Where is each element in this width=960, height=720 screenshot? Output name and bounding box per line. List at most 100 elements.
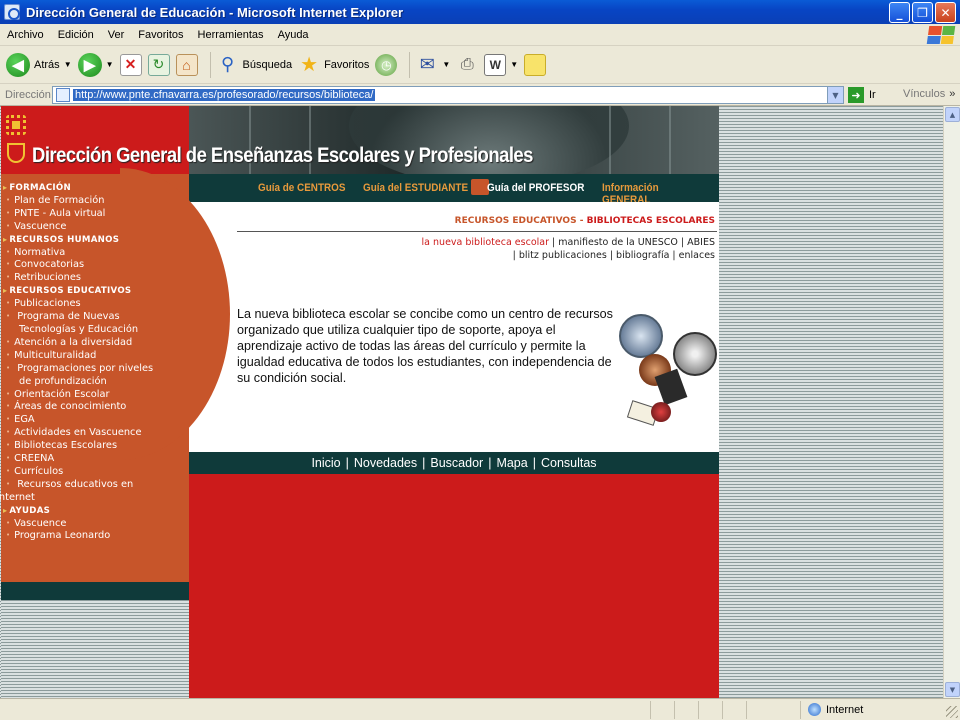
menu-item[interactable]: Bibliotecas Escolares: [3, 440, 187, 453]
menu-section-recursos-educativos[interactable]: RECURSOS EDUCATIVOS: [3, 285, 187, 298]
menu-item-line: de profundización: [19, 375, 107, 387]
menu-item-recursos-internet[interactable]: Recursos educativos en Internet: [0, 478, 187, 505]
section-prefix[interactable]: RECURSOS EDUCATIVOS -: [455, 216, 584, 226]
refresh-button[interactable]: ↻: [147, 53, 170, 76]
menu-item-line: Recursos educativos en: [17, 478, 134, 490]
menu-item-programaciones[interactable]: Programaciones por niveles de profundiza…: [3, 363, 187, 389]
menu-favoritos[interactable]: Favoritos: [131, 29, 190, 41]
menu-bar: Archivo Edición Ver Favoritos Herramient…: [0, 24, 960, 46]
favorites-button[interactable]: ★ Favoritos: [298, 54, 369, 76]
page-icon: [56, 88, 70, 102]
footer-link-novedades[interactable]: Novedades: [354, 456, 417, 470]
status-pane: [698, 701, 699, 719]
refresh-icon: ↻: [147, 53, 170, 76]
resize-grip-icon[interactable]: [946, 706, 958, 718]
address-input[interactable]: http://www.pnte.cfnavarra.es/profesorado…: [52, 86, 844, 104]
chevron-right-icon: »: [949, 88, 956, 100]
forward-dropdown-icon[interactable]: ▼: [106, 60, 114, 69]
edit-dropdown-icon[interactable]: ▼: [510, 60, 518, 69]
links-manifiesto-abies[interactable]: | manifiesto de la UNESCO | ABIES: [552, 237, 715, 248]
stop-icon: ✕: [119, 53, 142, 76]
menu-item[interactable]: Convocatorias: [3, 259, 187, 272]
link-nueva-biblioteca[interactable]: la nueva biblioteca escolar: [422, 237, 549, 248]
sticky-note-icon: [524, 53, 547, 76]
ie-icon: [4, 4, 20, 20]
menu-item[interactable]: Vascuence: [3, 518, 187, 531]
footer-link-buscador[interactable]: Buscador: [430, 456, 483, 470]
search-label: Búsqueda: [242, 58, 293, 71]
menu-item[interactable]: PNTE - Aula virtual: [3, 208, 187, 221]
status-bar: Internet: [0, 698, 960, 720]
menu-section-recursos-humanos[interactable]: RECURSOS HUMANOS: [3, 234, 187, 247]
links-blitz-bibliografia-enlaces[interactable]: | blitz publicaciones | bibliografía | e…: [422, 249, 715, 262]
links-label: Vínculos: [903, 88, 946, 100]
main-content: RECURSOS EDUCATIVOS - BIBLIOTECAS ESCOLA…: [189, 202, 719, 452]
library-collage-image: [619, 314, 717, 444]
scroll-up-icon[interactable]: ▲: [945, 107, 960, 122]
printer-icon: ⎙: [460, 55, 474, 73]
menu-item[interactable]: Actividades en Vascuence: [3, 427, 187, 440]
nav-guia-estudiante[interactable]: Guía del ESTUDIANTE: [363, 182, 468, 194]
menu-item[interactable]: Plan de Formación: [3, 195, 187, 208]
subsection-links: la nueva biblioteca escolar | manifiesto…: [422, 236, 715, 262]
status-pane: [674, 701, 675, 719]
footer-link-inicio[interactable]: Inicio: [311, 456, 340, 470]
menu-item[interactable]: Normativa: [3, 247, 187, 260]
forward-button[interactable]: ▶ ▼: [77, 52, 114, 77]
nav-guia-centros[interactable]: Guía de CENTROS: [258, 182, 345, 194]
back-button[interactable]: ◀ Atrás ▼: [6, 52, 72, 77]
stop-button[interactable]: ✕: [119, 53, 142, 76]
minimize-button[interactable]: _: [889, 2, 910, 23]
menu-section-formacion[interactable]: FORMACIÓN: [3, 182, 187, 195]
scroll-down-icon[interactable]: ▼: [945, 682, 960, 697]
menu-edicion[interactable]: Edición: [51, 29, 101, 41]
footer-link-consultas[interactable]: Consultas: [541, 456, 597, 470]
home-icon: ⌂: [175, 53, 198, 76]
menu-item[interactable]: CREENA: [3, 453, 187, 466]
menu-item-line: Tecnologías y Educación: [19, 323, 139, 335]
menu-item[interactable]: Vascuence: [3, 221, 187, 234]
menu-herramientas[interactable]: Herramientas: [191, 29, 271, 41]
history-button[interactable]: ◷: [375, 53, 398, 76]
back-label: Atrás: [34, 58, 60, 71]
mail-dropdown-icon[interactable]: ▼: [442, 60, 450, 69]
address-url[interactable]: http://www.pnte.cfnavarra.es/profesorado…: [73, 89, 376, 101]
menu-item[interactable]: Atención a la diversidad: [3, 337, 187, 350]
menu-ver[interactable]: Ver: [101, 29, 132, 41]
search-icon: ⚲: [220, 54, 235, 74]
footer-link-mapa[interactable]: Mapa: [496, 456, 527, 470]
menu-item[interactable]: Retribuciones: [3, 272, 187, 285]
toolbar: ◀ Atrás ▼ ▶ ▼ ✕ ↻ ⌂ ⚲ Búsqueda ★ Favorit…: [0, 46, 960, 84]
edit-button[interactable]: W ▼: [484, 53, 518, 76]
menu-ayuda[interactable]: Ayuda: [271, 29, 316, 41]
menu-item[interactable]: Multiculturalidad: [3, 350, 187, 363]
nav-guia-profesor[interactable]: Guía del PROFESOR: [487, 182, 584, 194]
security-zone: Internet: [808, 703, 863, 716]
menu-item[interactable]: Programa Leonardo: [3, 530, 187, 543]
close-button[interactable]: ✕: [935, 2, 956, 23]
maximize-button[interactable]: ❐: [912, 2, 933, 23]
menu-item[interactable]: Publicaciones: [3, 298, 187, 311]
menu-item[interactable]: Orientación Escolar: [3, 389, 187, 402]
home-button[interactable]: ⌂: [175, 53, 198, 76]
favorites-label: Favoritos: [324, 58, 370, 71]
back-dropdown-icon[interactable]: ▼: [64, 60, 72, 69]
address-dropdown-icon[interactable]: ▼: [827, 87, 843, 103]
left-menu: FORMACIÓN Plan de Formación PNTE - Aula …: [0, 182, 187, 543]
menu-item[interactable]: Áreas de conocimiento: [3, 401, 187, 414]
notes-button[interactable]: [524, 53, 547, 76]
menu-item-line: Programa de Nuevas: [17, 311, 120, 323]
print-button[interactable]: ⎙: [456, 54, 478, 76]
mail-button[interactable]: ✉ ▼: [416, 54, 450, 76]
search-button[interactable]: ⚲ Búsqueda: [217, 54, 293, 76]
menu-archivo[interactable]: Archivo: [0, 29, 51, 41]
menu-item[interactable]: EGA: [3, 414, 187, 427]
footer-separator: |: [532, 456, 536, 470]
menu-section-ayudas[interactable]: AYUDAS: [3, 505, 187, 518]
go-button[interactable]: ➜ Ir: [848, 87, 876, 103]
vertical-scrollbar[interactable]: ▲ ▼: [943, 106, 960, 698]
window-title: Dirección General de Educación - Microso…: [26, 4, 404, 20]
links-button[interactable]: Vínculos»: [903, 88, 955, 100]
menu-item-nuevas-tecnologias[interactable]: Programa de Nuevas Tecnologías y Educaci…: [3, 311, 187, 337]
menu-item[interactable]: Currículos: [3, 466, 187, 479]
